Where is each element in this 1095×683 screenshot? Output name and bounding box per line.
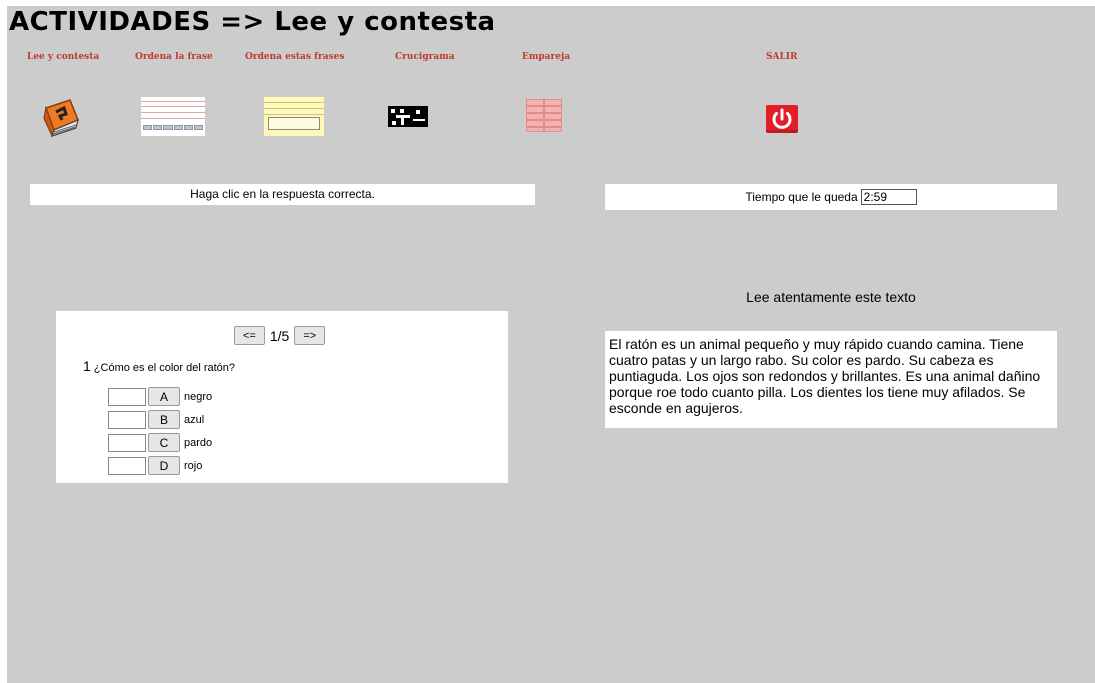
answer-option-c: C pardo bbox=[108, 433, 212, 452]
answer-c-field[interactable] bbox=[108, 433, 146, 452]
answer-c-button[interactable]: C bbox=[148, 433, 180, 452]
question: 1 ¿Cómo es el color del ratón? bbox=[83, 358, 235, 374]
book-icon[interactable] bbox=[40, 98, 82, 138]
answer-option-b: B azul bbox=[108, 410, 204, 429]
answer-option-d: D rojo bbox=[108, 456, 202, 475]
answer-c-text: pardo bbox=[184, 436, 213, 449]
next-button[interactable]: => bbox=[294, 326, 326, 345]
answer-option-a: A negro bbox=[108, 387, 212, 406]
timer-field[interactable] bbox=[860, 189, 917, 205]
prev-button[interactable]: <= bbox=[234, 326, 265, 345]
nav-ordena-la-frase[interactable]: Ordena la frase bbox=[135, 52, 213, 62]
nav-crucigrama[interactable]: Crucigrama bbox=[395, 52, 455, 62]
nav-salir[interactable]: SALIR bbox=[766, 52, 798, 62]
answer-b-button[interactable]: B bbox=[148, 410, 180, 429]
nav-empareja[interactable]: Empareja bbox=[522, 52, 570, 62]
match-grid-icon[interactable] bbox=[526, 99, 562, 132]
reading-title: Lee atentamente este texto bbox=[746, 289, 916, 305]
reading-text: El ratón es un animal pequeño y muy rápi… bbox=[605, 331, 1057, 428]
pager: <= 1/5 => bbox=[234, 326, 326, 345]
page-area: ACTIVIDADES => Lee y contesta Lee y cont… bbox=[7, 6, 1095, 683]
timer-label: Tiempo que le queda bbox=[745, 190, 858, 204]
answer-a-text: negro bbox=[184, 390, 213, 403]
timer-bar: Tiempo que le queda bbox=[605, 184, 1057, 210]
nav-ordena-estas-frases[interactable]: Ordena estas frases bbox=[245, 52, 344, 62]
page-title: ACTIVIDADES => Lee y contesta bbox=[9, 7, 496, 37]
lines-thumbnail-icon[interactable] bbox=[141, 97, 205, 136]
quiz-panel: <= 1/5 => 1 ¿Cómo es el color del ratón? … bbox=[56, 311, 508, 483]
answer-d-button[interactable]: D bbox=[148, 456, 180, 475]
question-text: ¿Cómo es el color del ratón? bbox=[93, 362, 236, 374]
question-counter: 1/5 bbox=[269, 327, 290, 344]
answer-b-text: azul bbox=[184, 413, 205, 426]
answer-b-field[interactable] bbox=[108, 410, 146, 429]
nav-lee-y-contesta[interactable]: Lee y contesta bbox=[27, 52, 99, 62]
answer-a-field[interactable] bbox=[108, 387, 146, 406]
question-number: 1 bbox=[83, 358, 91, 374]
answer-a-button[interactable]: A bbox=[148, 387, 180, 406]
answer-d-field[interactable] bbox=[108, 456, 146, 475]
instructions-bar: Haga clic en la respuesta correcta. bbox=[30, 184, 535, 205]
yellow-lines-thumbnail-icon[interactable] bbox=[264, 97, 324, 136]
crossword-icon[interactable] bbox=[388, 106, 428, 127]
power-icon[interactable] bbox=[766, 105, 798, 133]
answer-d-text: rojo bbox=[184, 459, 203, 472]
